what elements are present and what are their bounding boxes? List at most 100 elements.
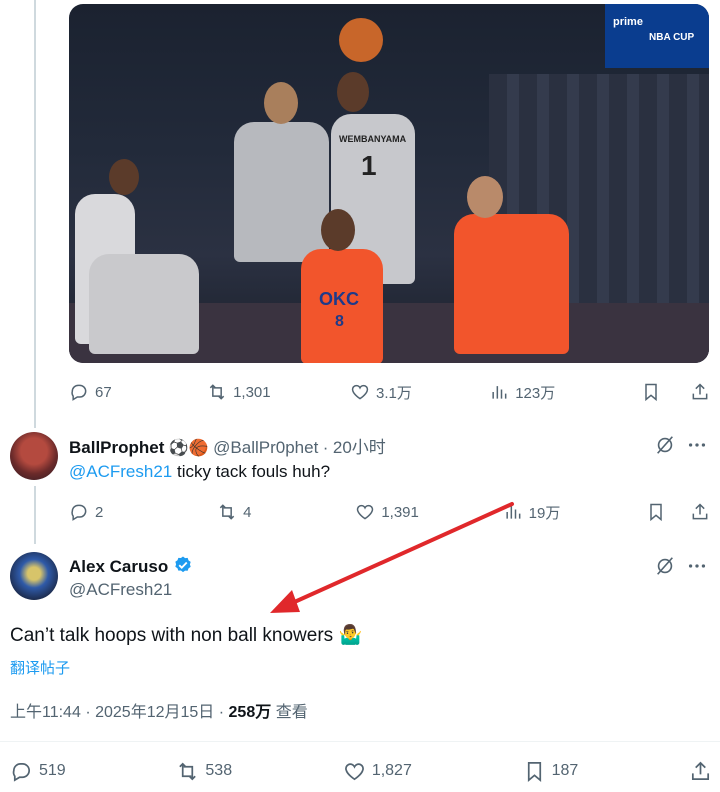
main-grok-button[interactable]: [654, 555, 676, 582]
more-icon: [688, 443, 706, 447]
main-meta: 上午11:44 · 2025年12月15日 · 258万 查看: [10, 698, 308, 722]
grok-icon: [657, 557, 673, 575]
reply-text: @ACFresh21 ticky tack fouls huh?: [69, 462, 330, 482]
thread-line: [34, 0, 36, 428]
reply-like-count: 1,391: [381, 503, 419, 521]
share-icon: [692, 503, 708, 520]
reply-reply-count: 2: [95, 503, 104, 521]
repost-icon: [179, 762, 197, 780]
main-like-button[interactable]: 1,827: [343, 760, 412, 783]
reply-header: BallProphet ⚽🏀 @BallPr0phet · 20小时: [69, 433, 386, 458]
post-date[interactable]: 2025年12月15日: [95, 704, 214, 721]
reply-count: 67: [95, 383, 112, 401]
reply-mention-link[interactable]: @ACFresh21: [69, 462, 172, 481]
views-chart-icon: [506, 506, 521, 519]
player-shooter-head: [337, 72, 369, 112]
main-like-count: 1,827: [371, 762, 412, 779]
player-bench-head: [264, 82, 298, 124]
share-icon: [691, 761, 709, 780]
share-button[interactable]: [690, 382, 710, 402]
heart-icon: [344, 762, 364, 780]
main-share-button[interactable]: [689, 760, 712, 783]
main-display-name[interactable]: Alex Caruso: [69, 557, 168, 576]
main-reply-count: 519: [39, 762, 66, 779]
reply-avatar[interactable]: [10, 432, 58, 480]
main-author: Alex Caruso: [69, 555, 193, 577]
reply-time[interactable]: 20小时: [333, 438, 386, 457]
player-bench: [234, 122, 329, 262]
repost-button[interactable]: 1,301: [207, 382, 271, 402]
player-okc-center-head: [321, 209, 355, 251]
reply-icon: [71, 384, 87, 401]
grok-icon: [657, 436, 673, 454]
bookmark-icon: [527, 761, 541, 782]
repost-count: 1,301: [233, 383, 271, 401]
repost-icon: [219, 504, 235, 520]
main-tweet-text: Can’t talk hoops with non ball knowers 🤷…: [10, 623, 362, 647]
jersey-okc-number: 8: [335, 313, 344, 330]
views-button[interactable]: 123万: [489, 382, 555, 403]
reply-bookmark-button[interactable]: [646, 502, 666, 522]
main-bookmark-button[interactable]: 187: [523, 760, 579, 783]
main-bookmark-count: 187: [551, 762, 579, 779]
reply-actions: 2 4 1,391 19万: [69, 500, 710, 524]
broadcast-badge: prime NBA CUP: [605, 4, 709, 68]
reply-icon: [12, 762, 31, 782]
player-okc-right-head: [467, 176, 503, 218]
reply-views-button[interactable]: 19万: [503, 502, 561, 523]
reply-like-button[interactable]: 1,391: [355, 502, 419, 522]
heart-icon: [351, 384, 369, 400]
like-count: 3.1万: [375, 384, 412, 402]
more-icon: [688, 564, 706, 568]
main-repost-button[interactable]: 538: [176, 760, 232, 783]
reply-display-name[interactable]: BallProphet: [69, 438, 164, 457]
reply-repost-button[interactable]: 4: [217, 502, 252, 522]
main-actions: 519 538 1,827 187: [10, 758, 712, 784]
post-time[interactable]: 上午11:44: [10, 704, 81, 721]
reply-more-button[interactable]: [686, 434, 708, 461]
shrug-emoji: 🤷‍♂️: [338, 625, 363, 646]
jersey-number-center: 1: [361, 150, 377, 181]
original-tweet-actions: 67 1,301 3.1万 123万: [69, 380, 710, 404]
meta-dot: ·: [85, 704, 91, 721]
badge-cup-text: NBA CUP: [649, 32, 695, 43]
annotation-arrow-head: [270, 590, 300, 613]
main-handle[interactable]: @ACFresh21: [69, 580, 172, 600]
grok-button[interactable]: [654, 434, 676, 461]
reply-separator: ·: [322, 438, 329, 457]
reply-views-count: 19万: [528, 504, 561, 522]
views-label: 查看: [275, 704, 308, 721]
player-left-head: [109, 159, 139, 195]
reply-button[interactable]: 67: [69, 382, 112, 402]
reply-reply-button[interactable]: 2: [69, 502, 103, 522]
divider: [0, 741, 720, 742]
verified-badge-icon: [174, 556, 191, 573]
reply-body: ticky tack fouls huh?: [172, 462, 331, 481]
main-avatar[interactable]: [10, 552, 58, 600]
bookmark-icon: [650, 503, 662, 522]
main-more-button[interactable]: [686, 555, 708, 582]
thread-line-reply: [34, 486, 36, 544]
like-button[interactable]: 3.1万: [350, 382, 412, 403]
translate-link[interactable]: 翻译帖子: [10, 657, 70, 678]
basketball: [339, 18, 383, 62]
jersey-okc-text: OKC: [319, 289, 359, 309]
jersey-name-center: WEMBANYAMA: [339, 134, 407, 144]
share-icon: [692, 383, 708, 400]
player-left2: [89, 254, 199, 354]
repost-icon: [209, 384, 225, 400]
main-repost-count: 538: [205, 762, 233, 779]
heart-icon: [357, 504, 374, 520]
tweet-video-media[interactable]: prime NBA CUP 34 WEMBANYAMA 1 OKC 8: [69, 4, 709, 363]
main-body: Can’t talk hoops with non ball knowers: [10, 625, 334, 646]
bookmark-button[interactable]: [641, 382, 661, 402]
player-okc-center: OKC 8: [301, 249, 383, 363]
bookmark-icon: [644, 383, 657, 402]
player-okc-right: [454, 214, 569, 354]
main-reply-button[interactable]: 519: [10, 760, 66, 783]
reply-handle[interactable]: @BallPr0phet: [213, 438, 318, 457]
reply-icon: [71, 504, 87, 521]
views-count: 123万: [515, 384, 556, 402]
views-total: 258万: [228, 704, 272, 721]
reply-share-button[interactable]: [690, 502, 710, 522]
